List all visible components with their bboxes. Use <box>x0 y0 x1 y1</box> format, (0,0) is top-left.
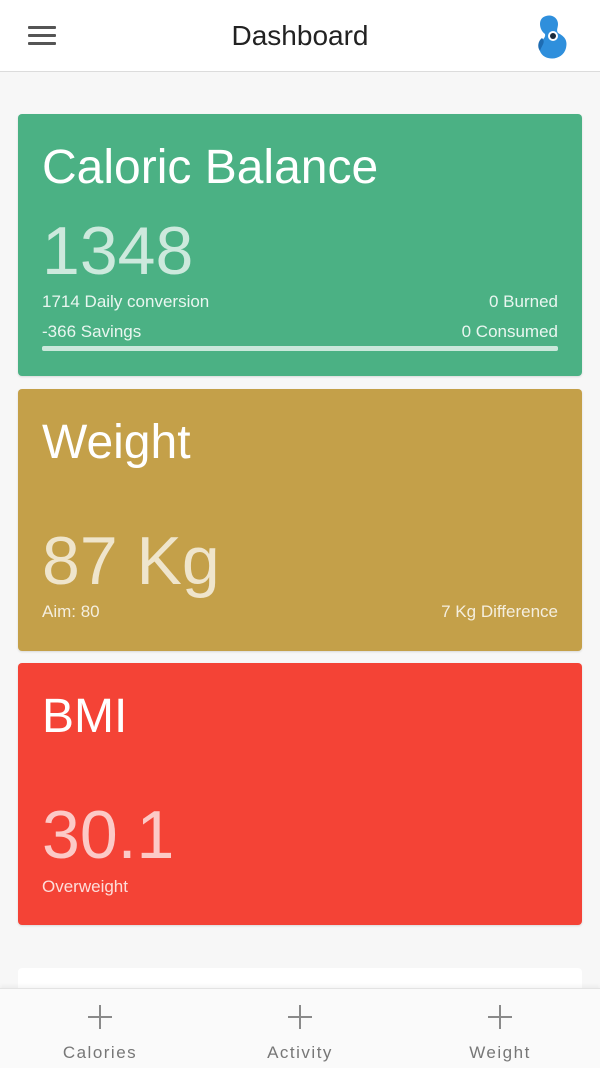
hamburger-menu-icon[interactable] <box>28 26 56 46</box>
weight-value: 87 Kg <box>42 523 220 599</box>
page-title: Dashboard <box>231 20 369 51</box>
bmi-card[interactable]: BMI 30.1 Overweight <box>18 663 582 925</box>
burned-text: 0 Burned <box>489 292 558 311</box>
plus-icon <box>88 1005 112 1029</box>
daily-conversion-text: 1714 Daily conversion <box>42 292 210 311</box>
app-logo-icon[interactable] <box>536 14 568 60</box>
weight-card[interactable]: Weight 87 Kg Aim: 80 7 Kg Difference <box>18 389 582 651</box>
caloric-balance-title: Caloric Balance <box>42 141 379 194</box>
weight-difference-text: 7 Kg Difference <box>441 602 558 621</box>
savings-text: -366 Savings <box>42 322 142 341</box>
caloric-progress-bar <box>42 346 558 351</box>
caloric-progress-fill <box>42 346 558 351</box>
add-calories-button[interactable]: Calories <box>0 989 200 1068</box>
bmi-title: BMI <box>42 690 128 743</box>
add-weight-button[interactable]: Weight <box>400 989 600 1068</box>
nav-label-calories: Calories <box>62 1043 138 1062</box>
bmi-value: 30.1 <box>42 797 175 873</box>
plus-icon <box>288 1005 312 1029</box>
caloric-balance-card[interactable]: Caloric Balance 1348 1714 Daily conversi… <box>18 114 582 376</box>
bottom-navigation: Calories Activity Weight <box>0 988 600 1068</box>
add-activity-button[interactable]: Activity <box>200 989 400 1068</box>
weight-title: Weight <box>42 416 191 469</box>
nav-label-weight: Weight <box>469 1043 531 1062</box>
bmi-status-text: Overweight <box>42 877 128 896</box>
caloric-balance-value: 1348 <box>42 213 194 289</box>
app-bar: Dashboard <box>0 0 600 72</box>
plus-icon <box>488 1005 512 1029</box>
consumed-text: 0 Consumed <box>461 322 558 341</box>
nav-label-activity: Activity <box>267 1043 333 1062</box>
weight-aim-text: Aim: 80 <box>42 602 100 621</box>
